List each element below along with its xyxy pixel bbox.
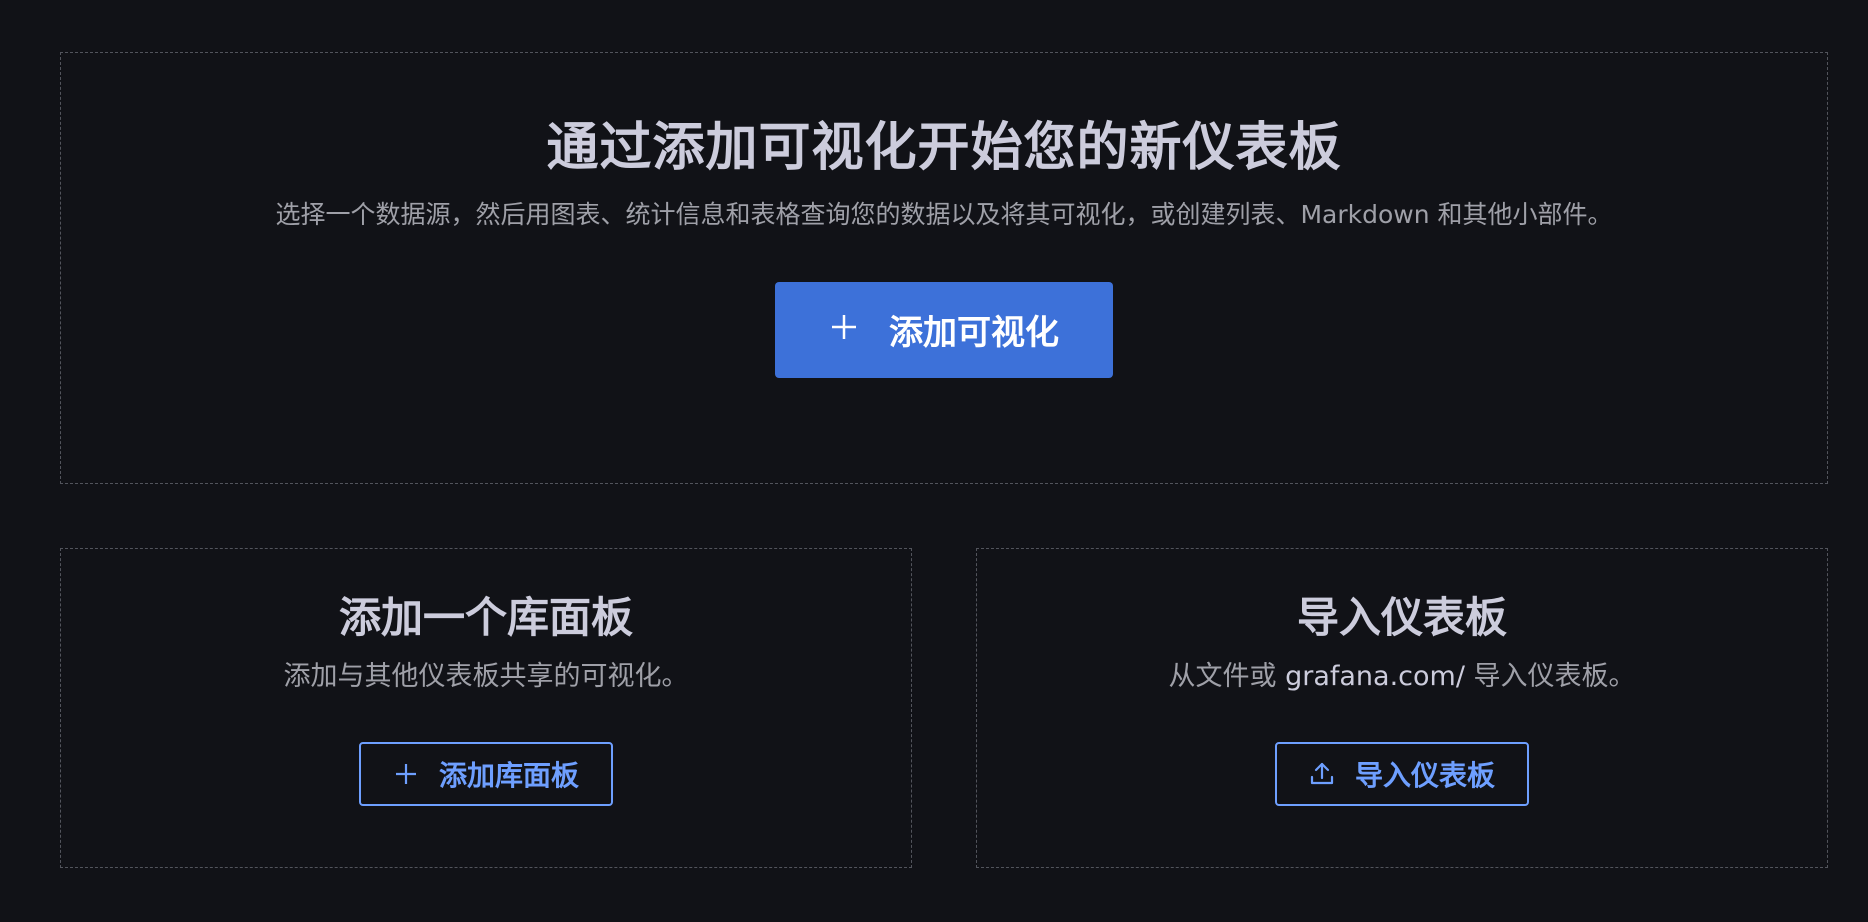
add-library-panel-button[interactable]: 添加库面板 (358, 742, 613, 807)
plus-icon (829, 312, 859, 348)
upload-icon (1309, 761, 1335, 787)
empty-dashboard-page: 通过添加可视化开始您的新仪表板 选择一个数据源，然后用图表、统计信息和表格查询您… (0, 0, 1868, 922)
add-visualization-panel: 通过添加可视化开始您的新仪表板 选择一个数据源，然后用图表、统计信息和表格查询您… (60, 52, 1828, 484)
grafana-com-link[interactable]: grafana.com/ (1285, 661, 1465, 692)
library-panel-title: 添加一个库面板 (338, 593, 633, 642)
import-dashboard-card: 导入仪表板 从文件或 grafana.com/ 导入仪表板。 导入仪表板 (976, 548, 1828, 868)
import-subtitle-suffix: 导入仪表板。 (1464, 661, 1636, 693)
import-dashboard-button[interactable]: 导入仪表板 (1274, 742, 1529, 807)
import-subtitle-prefix: 从文件或 (1168, 661, 1286, 693)
import-dashboard-subtitle: 从文件或 grafana.com/ 导入仪表板。 (1168, 659, 1635, 694)
import-dashboard-label: 导入仪表板 (1354, 759, 1495, 793)
library-panel-card: 添加一个库面板 添加与其他仪表板共享的可视化。 添加库面板 (60, 548, 912, 868)
plus-icon (393, 761, 419, 787)
import-dashboard-title: 导入仪表板 (1296, 593, 1507, 642)
add-visualization-button[interactable]: 添加可视化 (775, 281, 1113, 378)
library-panel-subtitle: 添加与其他仪表板共享的可视化。 (283, 661, 689, 693)
hero-title: 通过添加可视化开始您的新仪表板 (546, 118, 1342, 178)
hero-subtitle: 选择一个数据源，然后用图表、统计信息和表格查询您的数据以及将其可视化，或创建列表… (275, 200, 1613, 230)
add-library-panel-label: 添加库面板 (438, 759, 579, 793)
add-visualization-label: 添加可视化 (889, 313, 1059, 354)
